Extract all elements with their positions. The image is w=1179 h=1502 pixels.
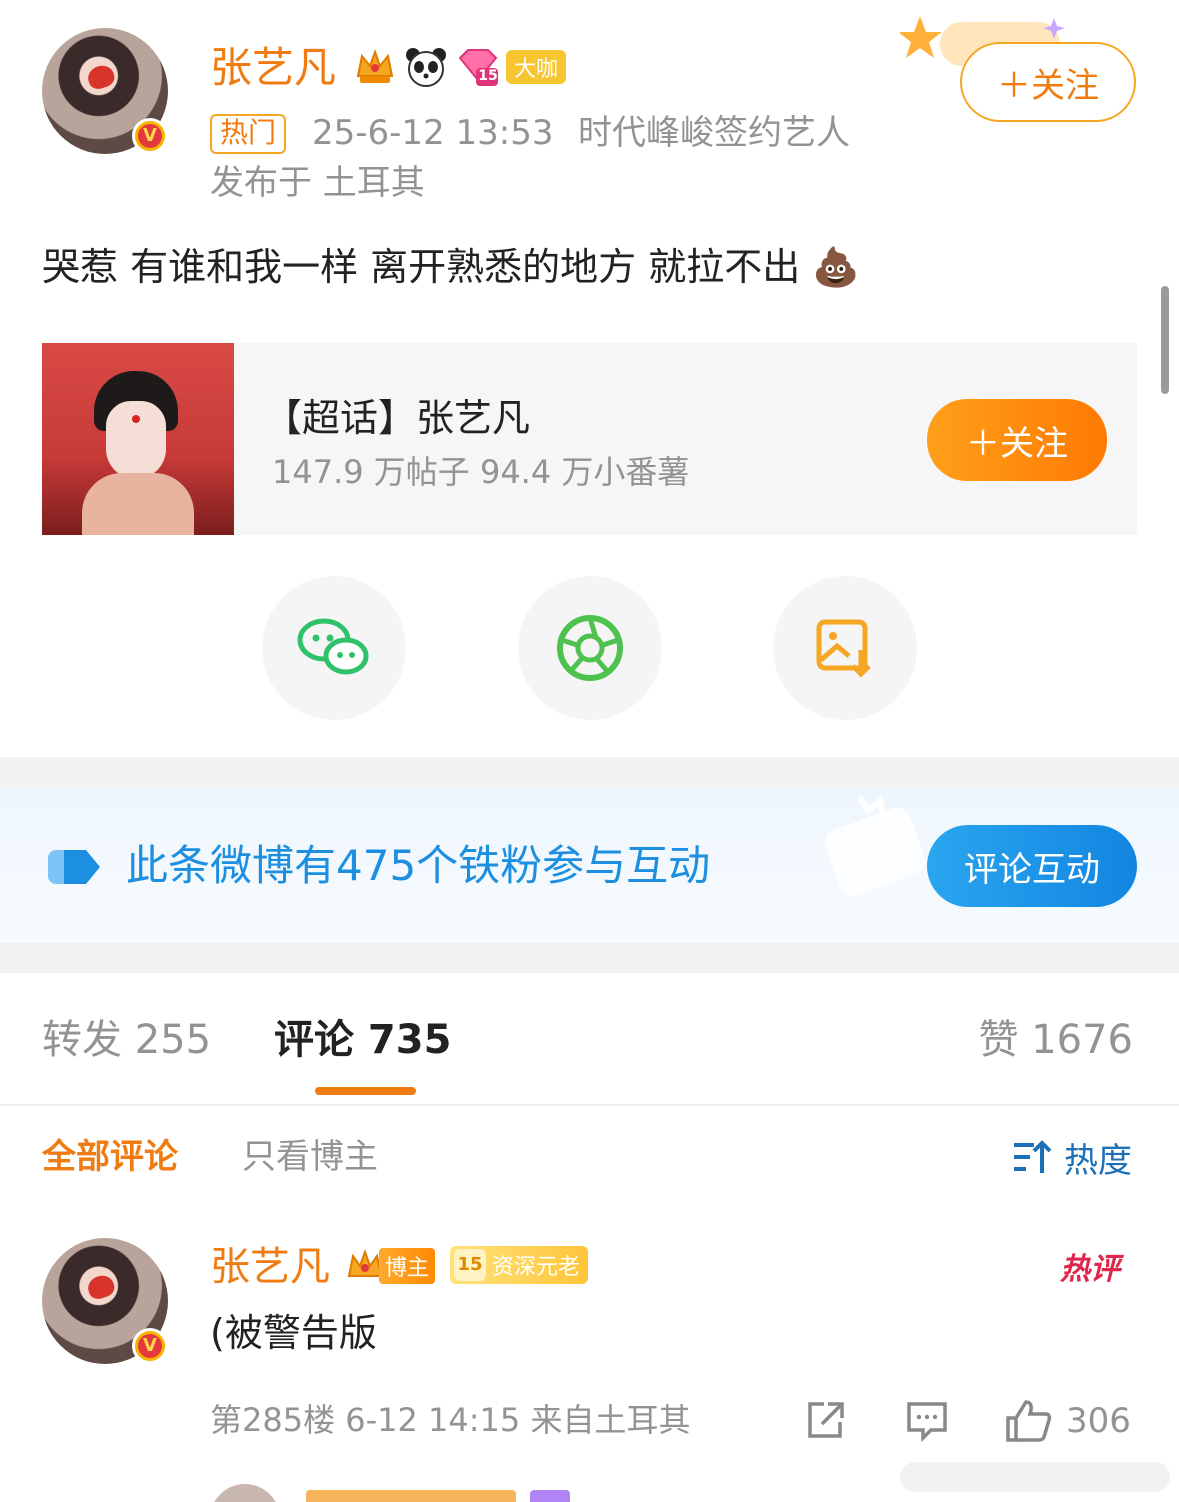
comment-senior-badge: 15 资深元老 [450,1246,589,1284]
comment-meta: 第285楼 6-12 14:15 来自土耳其 [210,1401,691,1439]
save-image-button[interactable] [773,576,917,720]
filter-all-comments[interactable]: 全部评论 [42,1134,178,1180]
avatar-flower [85,62,117,92]
author-affiliation: 时代峰峻签约艺人 [578,113,850,153]
comment-like-count: 306 [1066,1401,1131,1441]
section-divider-2 [0,943,1179,973]
save-image-icon [816,619,871,678]
supertopic-card[interactable]: 【超话】张艺凡 147.9 万帖子 94.4 万小番薯 ＋关注 [42,343,1137,535]
tabs-divider [0,1104,1179,1106]
sort-icon [1014,1140,1052,1173]
hot-tag: 热门 [210,114,287,154]
supertopic-cover [42,343,234,535]
comment-verified-badge-icon: V [132,1328,168,1364]
author-name[interactable]: 张艺凡 [210,40,336,96]
diamond-level-icon: 15 [456,46,500,88]
comment-role-label: 博主 [379,1248,436,1284]
thumbs-up-icon [1006,1400,1052,1442]
section-divider [0,757,1179,787]
tab-repost[interactable]: 转发 255 [42,1012,211,1068]
comment-share-button[interactable] [802,1398,848,1444]
verified-badge-icon: V [132,118,168,154]
post-content: 哭惹 有谁和我一样 离开熟悉的地方 就拉不出 💩 [42,245,860,289]
crown-icon [354,46,396,88]
senior-label: 资深元老 [492,1255,581,1280]
share-wechat-button[interactable] [262,576,406,720]
scroll-indicator [1161,286,1169,394]
tab-comments[interactable]: 评论 735 [274,1012,451,1068]
comment-author[interactable]: 张艺凡 [210,1240,330,1294]
supertopic-follow-button[interactable]: ＋关注 [927,399,1107,481]
comment-role-badge: 博主 [345,1246,439,1286]
comment-interact-button[interactable]: 评论互动 [927,825,1137,907]
sort-button[interactable]: 热度 [1012,1134,1132,1181]
follow-button[interactable]: ＋关注 [960,42,1136,122]
vip-badge: 大咖 [506,50,566,84]
moments-icon [557,615,623,681]
hot-comment-badge: 热评 [1060,1252,1120,1287]
senior-level: 15 [454,1249,486,1281]
level-number: 15 [478,68,498,84]
panda-icon [404,46,448,88]
reply-icon [907,1402,947,1442]
comment-text: (被警告版 [210,1311,377,1355]
bottom-fade [900,1462,1170,1492]
share-icon [808,1402,844,1438]
supertopic-title: 【超话】张艺凡 [264,396,531,440]
tab-likes[interactable]: 赞 1676 [978,1012,1133,1068]
post-location: 发布于 土耳其 [210,163,425,203]
comment-like-button[interactable]: 306 [1004,1394,1131,1448]
post-time: 25-6-12 13:53 [312,113,554,153]
share-moments-button[interactable] [518,576,662,720]
comment-reply-button[interactable] [904,1398,950,1444]
sort-label: 热度 [1064,1140,1132,1181]
filter-author-only[interactable]: 只看博主 [242,1134,378,1180]
supertopic-stats: 147.9 万帖子 94.4 万小番薯 [272,453,690,491]
wechat-icon [297,618,369,675]
tab-active-indicator [315,1087,416,1095]
avatar-flower [85,1272,117,1302]
fans-icon [46,848,102,890]
fans-banner-text: 此条微博有475个铁粉参与互动 [126,841,711,890]
